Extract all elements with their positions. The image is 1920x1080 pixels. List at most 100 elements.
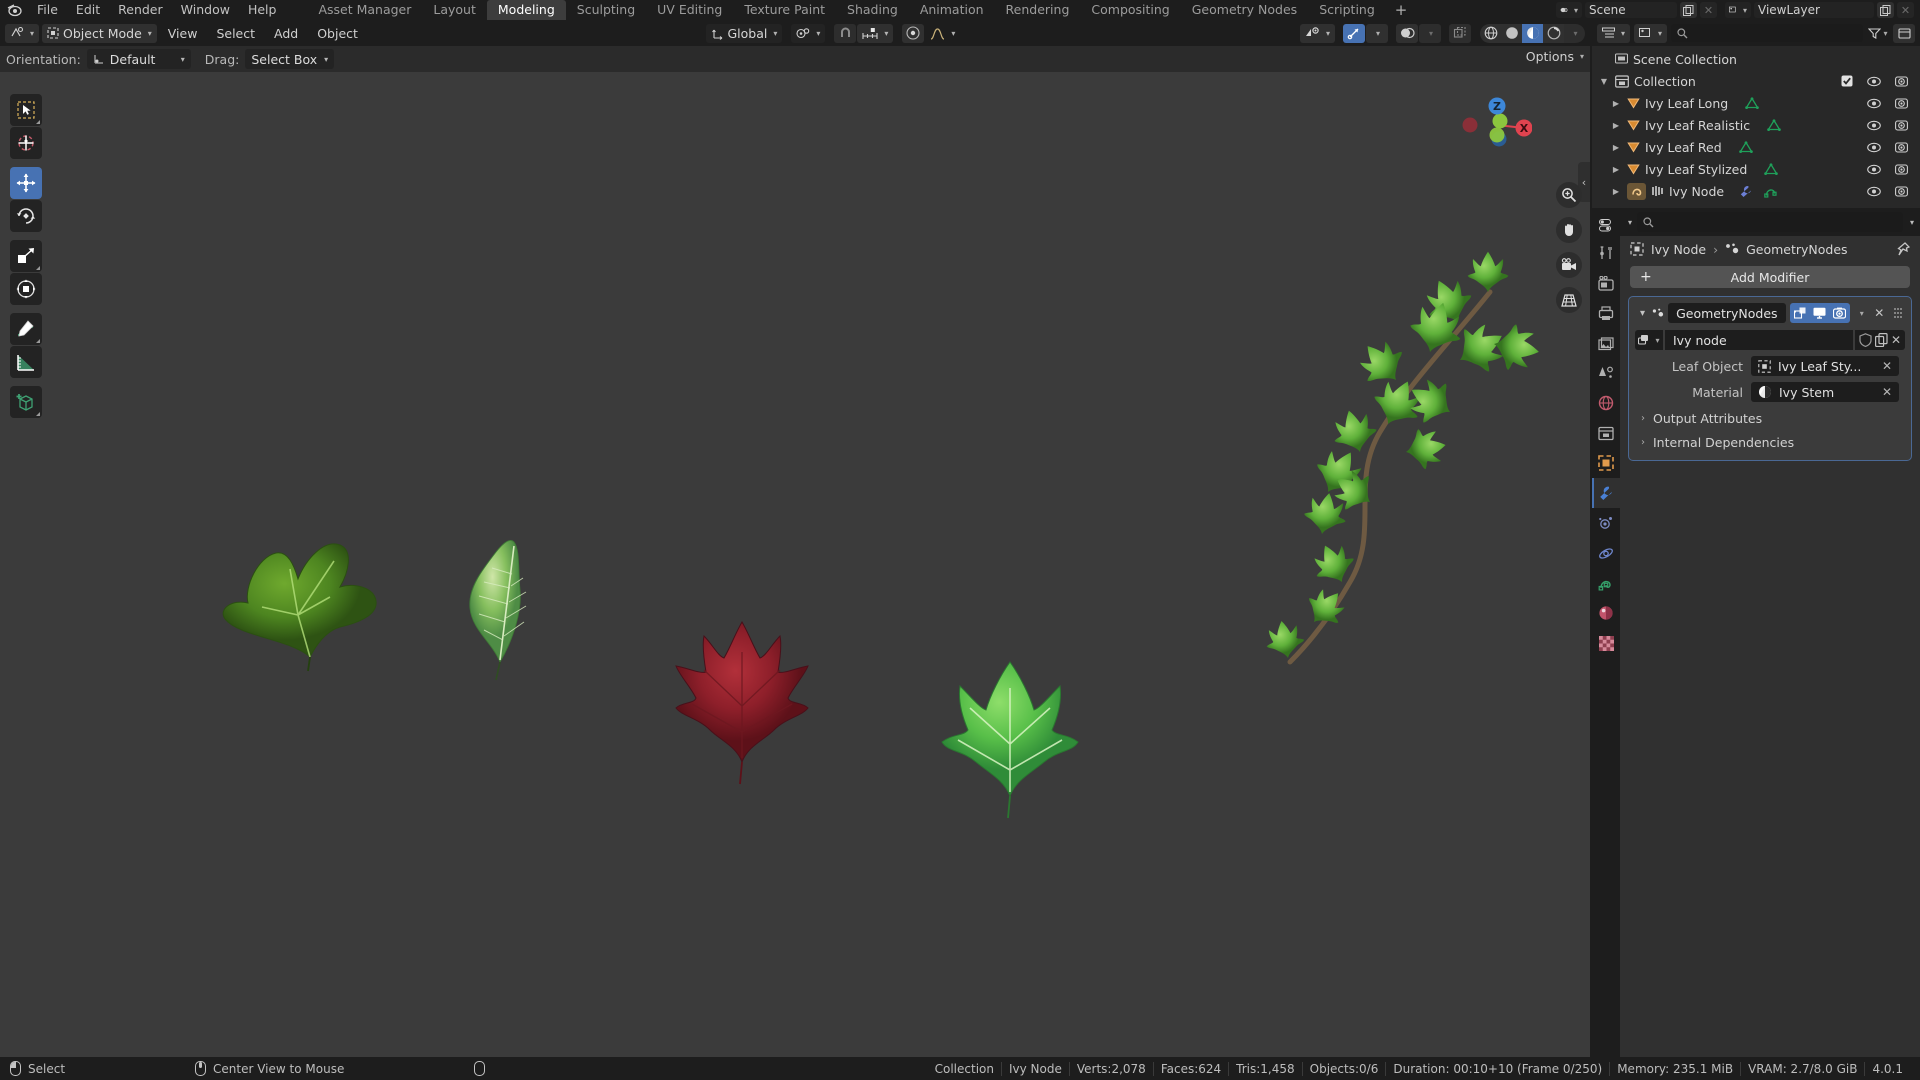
properties-editor-icon[interactable] bbox=[1592, 212, 1620, 238]
outliner-row-collection[interactable]: ▼ Collection bbox=[1592, 70, 1920, 92]
add-modifier-button[interactable]: + Add Modifier bbox=[1630, 266, 1910, 288]
modifier-name-field[interactable]: GeometryNodes bbox=[1668, 303, 1785, 323]
workspace-tab-layout[interactable]: Layout bbox=[422, 0, 487, 20]
disclosure-triangle[interactable]: ▶ bbox=[1610, 99, 1622, 108]
workspace-tab-modeling[interactable]: Modeling bbox=[487, 0, 566, 20]
modifier-extras-dropdown[interactable]: ▾ bbox=[1854, 303, 1868, 323]
show-in-render-toggle[interactable] bbox=[1830, 303, 1850, 323]
outliner-row-ivy-node[interactable]: ▶ Ivy Node bbox=[1592, 180, 1920, 202]
mesh-data-icon[interactable] bbox=[1739, 141, 1753, 154]
shading-wireframe-icon[interactable] bbox=[1480, 24, 1501, 43]
disable-in-renders-icon[interactable] bbox=[1895, 75, 1908, 87]
menu-file[interactable]: File bbox=[28, 0, 67, 20]
disable-in-renders-icon[interactable] bbox=[1895, 163, 1908, 175]
fake-user-shield-icon[interactable] bbox=[1859, 333, 1872, 347]
duplicate-icon[interactable] bbox=[1875, 333, 1888, 347]
scene-browse-icon[interactable]: ▾ bbox=[1556, 2, 1582, 18]
hide-in-viewport-icon[interactable] bbox=[1867, 98, 1881, 109]
properties-tab-material[interactable] bbox=[1592, 598, 1620, 628]
modifier-close-button[interactable]: ✕ bbox=[1872, 303, 1886, 323]
xray-toggle-icon[interactable] bbox=[1449, 24, 1471, 43]
properties-tab-particles[interactable] bbox=[1592, 508, 1620, 538]
falloff-curve-icon[interactable]: ▾ bbox=[925, 24, 960, 43]
hide-in-viewport-icon[interactable] bbox=[1867, 76, 1881, 87]
properties-tab-modifier[interactable] bbox=[1592, 478, 1620, 508]
properties-tab-tool[interactable] bbox=[1592, 238, 1620, 268]
disable-in-renders-icon[interactable] bbox=[1895, 97, 1908, 109]
editor-type-3dview-icon[interactable]: ▾ bbox=[5, 24, 39, 43]
properties-options-icon[interactable]: ▾ bbox=[1628, 218, 1632, 227]
outliner-display-mode-dropdown[interactable]: ▾ bbox=[1634, 24, 1667, 43]
overlays-icon[interactable] bbox=[1396, 24, 1418, 43]
add-workspace-button[interactable]: + bbox=[1386, 0, 1417, 20]
curve-data-icon[interactable] bbox=[1764, 185, 1778, 198]
pin-icon[interactable] bbox=[1896, 242, 1910, 257]
pivot-point-icon[interactable]: ▾ bbox=[791, 24, 825, 43]
workspace-tab-texture-paint[interactable]: Texture Paint bbox=[733, 0, 836, 20]
menu-window[interactable]: Window bbox=[172, 0, 239, 20]
properties-search-input[interactable] bbox=[1637, 212, 1903, 232]
workspace-tab-geometry-nodes[interactable]: Geometry Nodes bbox=[1181, 0, 1308, 20]
object-mode-dropdown[interactable]: Object Mode ▾ bbox=[42, 24, 157, 43]
outliner-editor-icon[interactable]: ▾ bbox=[1597, 24, 1630, 43]
clear-leaf-object-icon[interactable]: ✕ bbox=[1882, 359, 1892, 373]
properties-tab-physics[interactable] bbox=[1592, 538, 1620, 568]
viewport-menu-view[interactable]: View bbox=[160, 24, 206, 43]
breadcrumb-modifier-name[interactable]: GeometryNodes bbox=[1746, 242, 1847, 257]
show-in-edit-mode-toggle[interactable] bbox=[1790, 303, 1810, 323]
disclosure-triangle[interactable]: ▶ bbox=[1610, 143, 1622, 152]
disclosure-triangle[interactable]: ▼ bbox=[1598, 77, 1610, 86]
filter-icon[interactable]: ▾ bbox=[1867, 24, 1889, 43]
viewport-menu-add[interactable]: Add bbox=[266, 24, 306, 43]
blender-logo-icon[interactable] bbox=[6, 2, 24, 18]
properties-tab-output[interactable] bbox=[1592, 298, 1620, 328]
outliner-search-input[interactable] bbox=[1671, 24, 1863, 42]
exclude-checkbox[interactable] bbox=[1841, 75, 1853, 87]
leaf-object-field[interactable]: Ivy Leaf Sty... ✕ bbox=[1751, 356, 1899, 376]
panel-output-attributes[interactable]: › Output Attributes bbox=[1635, 411, 1905, 426]
menu-edit[interactable]: Edit bbox=[67, 0, 109, 20]
clear-material-icon[interactable]: ✕ bbox=[1882, 385, 1892, 399]
object-visibility-icon[interactable]: ▾ bbox=[1300, 24, 1335, 43]
viewport-canvas[interactable]: Z X ‹ bbox=[0, 72, 1590, 1057]
unlink-scene-icon[interactable]: ✕ bbox=[1700, 2, 1717, 18]
wrench-icon[interactable] bbox=[1739, 185, 1753, 198]
workspace-tab-compositing[interactable]: Compositing bbox=[1080, 0, 1180, 20]
properties-tab-world[interactable] bbox=[1592, 388, 1620, 418]
mesh-data-icon[interactable] bbox=[1764, 163, 1778, 176]
show-in-viewport-toggle[interactable] bbox=[1810, 303, 1830, 323]
orientation-dropdown[interactable]: Default ▾ bbox=[87, 49, 191, 69]
snap-increment-icon[interactable]: ▾ bbox=[857, 24, 893, 43]
material-field[interactable]: Ivy Stem ✕ bbox=[1751, 382, 1899, 402]
disable-in-renders-icon[interactable] bbox=[1895, 185, 1908, 197]
hide-in-viewport-icon[interactable] bbox=[1867, 142, 1881, 153]
workspace-tab-sculpting[interactable]: Sculpting bbox=[566, 0, 646, 20]
drag-dropdown[interactable]: Select Box ▾ bbox=[245, 49, 334, 69]
mesh-data-icon[interactable] bbox=[1745, 97, 1759, 110]
browse-node-group-icon[interactable]: ▾ bbox=[1635, 330, 1663, 350]
outliner-row-ivy-leaf-stylized[interactable]: ▶ Ivy Leaf Stylized bbox=[1592, 158, 1920, 180]
grip-dots-icon[interactable] bbox=[1891, 303, 1905, 323]
outliner-row-ivy-leaf-long[interactable]: ▶ Ivy Leaf Long bbox=[1592, 92, 1920, 114]
disclosure-triangle[interactable]: ▶ bbox=[1610, 121, 1622, 130]
gizmo-dropdown-icon[interactable]: ▾ bbox=[1366, 24, 1388, 43]
outliner-row-ivy-leaf-red[interactable]: ▶ Ivy Leaf Red bbox=[1592, 136, 1920, 158]
properties-tab-constraints[interactable] bbox=[1592, 568, 1620, 598]
workspace-tab-animation[interactable]: Animation bbox=[909, 0, 995, 20]
hide-in-viewport-icon[interactable] bbox=[1867, 120, 1881, 131]
properties-tab-texture[interactable] bbox=[1592, 628, 1620, 658]
snap-magnet-icon[interactable] bbox=[834, 24, 856, 43]
workspace-tab-asset-manager[interactable]: Asset Manager bbox=[307, 0, 422, 20]
viewport-menu-object[interactable]: Object bbox=[309, 24, 366, 43]
outliner-row-scene-collection[interactable]: Scene Collection bbox=[1592, 48, 1920, 70]
scene-name-field[interactable]: Scene bbox=[1585, 2, 1677, 18]
shading-rendered-icon[interactable] bbox=[1543, 24, 1564, 43]
proportional-edit-icon[interactable] bbox=[902, 24, 924, 43]
workspace-tab-scripting[interactable]: Scripting bbox=[1308, 0, 1386, 20]
shading-solid-icon[interactable] bbox=[1501, 24, 1522, 43]
viewlayer-browse-icon[interactable]: ▾ bbox=[1725, 2, 1751, 18]
new-scene-icon[interactable] bbox=[1680, 2, 1697, 18]
mesh-data-icon[interactable] bbox=[1767, 119, 1781, 132]
disable-in-renders-icon[interactable] bbox=[1895, 119, 1908, 131]
viewlayer-name-field[interactable]: ViewLayer bbox=[1754, 2, 1874, 18]
